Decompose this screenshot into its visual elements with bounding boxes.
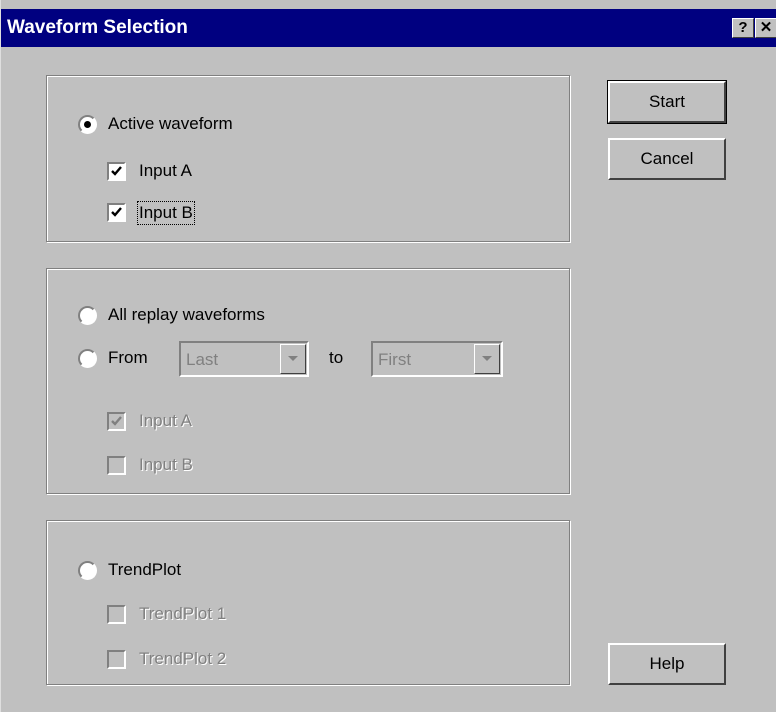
cancel-button[interactable]: Cancel [608, 138, 726, 180]
active-input-b-label[interactable]: Input B [137, 201, 195, 225]
from-select-dropdown-button[interactable] [280, 344, 306, 374]
checkmark-icon [111, 166, 122, 176]
start-button[interactable]: Start [607, 80, 727, 124]
active-input-a-checkbox[interactable] [107, 162, 126, 181]
active-input-a-label[interactable]: Input A [139, 161, 192, 181]
all-replay-waveforms-label[interactable]: All replay waveforms [108, 305, 265, 325]
from-select-value: Last [186, 350, 219, 369]
all-replay-waveforms-radio[interactable] [78, 306, 97, 325]
checkmark-icon [111, 207, 122, 217]
from-label[interactable]: From [108, 348, 148, 368]
window-title: Waveform Selection [7, 17, 188, 38]
trendplot-2-label[interactable]: TrendPlot 2 [139, 649, 226, 669]
to-select-value: First [378, 350, 412, 369]
from-select[interactable]: Last [179, 341, 309, 377]
active-waveform-radio[interactable] [78, 115, 97, 134]
replay-input-a-checkbox[interactable] [107, 412, 126, 431]
replay-input-a-label[interactable]: Input A [139, 411, 192, 431]
checkmark-icon [111, 416, 122, 426]
waveform-selection-dialog: Waveform Selection ? ✕ Active waveform I… [0, 0, 776, 712]
to-select[interactable]: First [371, 341, 503, 377]
trendplot-label[interactable]: TrendPlot [108, 560, 181, 580]
to-label: to [329, 348, 344, 367]
active-waveform-label[interactable]: Active waveform [108, 114, 233, 134]
active-input-b-checkbox[interactable] [107, 203, 126, 222]
trendplot-radio[interactable] [78, 561, 97, 580]
help-icon[interactable]: ? [732, 18, 754, 38]
replay-input-b-label[interactable]: Input B [139, 455, 193, 475]
close-icon[interactable]: ✕ [755, 18, 776, 38]
trendplot-1-checkbox[interactable] [107, 605, 126, 624]
radio-selected-dot [84, 121, 91, 128]
trendplot-1-label[interactable]: TrendPlot 1 [139, 604, 226, 624]
chevron-down-icon [482, 356, 492, 361]
replay-input-b-checkbox[interactable] [107, 456, 126, 475]
to-select-dropdown-button[interactable] [474, 344, 500, 374]
title-bar: Waveform Selection ? ✕ [1, 9, 776, 47]
help-button[interactable]: Help [608, 643, 726, 685]
trendplot-2-checkbox[interactable] [107, 650, 126, 669]
chevron-down-icon [288, 356, 298, 361]
from-range-radio[interactable] [78, 349, 97, 368]
